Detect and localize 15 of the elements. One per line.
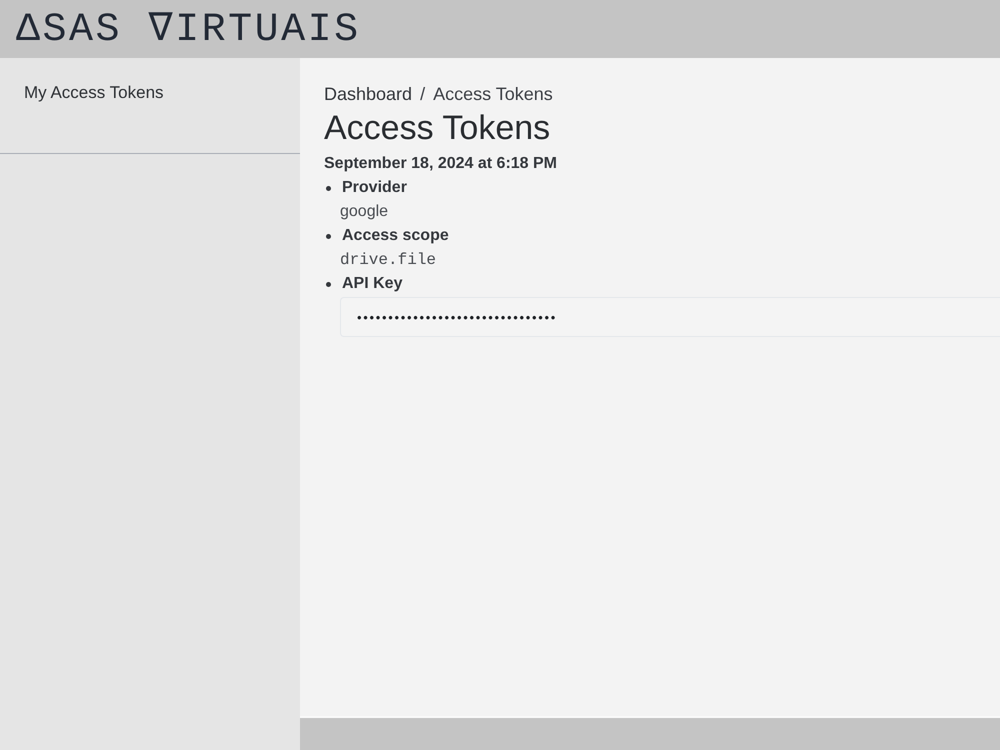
field-label: Access scope [342, 227, 449, 245]
bullet-icon [326, 282, 331, 286]
field-value: google [340, 202, 388, 222]
page-title: Access Tokens [324, 108, 552, 149]
breadcrumb-current: Access Tokens [433, 83, 553, 106]
bullet-icon [326, 186, 331, 190]
bullet-icon [326, 234, 331, 238]
field-label: Provider [342, 179, 407, 197]
token-date: September 18, 2024 at 6:18 PM [324, 154, 558, 174]
logo-text: ΔSAS ∇IRTUAIS [16, 8, 361, 50]
api-key-field[interactable]: •••••••••••••••••••••••••••••••• [340, 297, 1000, 337]
breadcrumb-separator: / [420, 83, 426, 106]
breadcrumb-link[interactable]: Dashboard [324, 82, 412, 106]
field-label: API Key [342, 275, 402, 293]
field-value: drive.file [340, 250, 436, 271]
